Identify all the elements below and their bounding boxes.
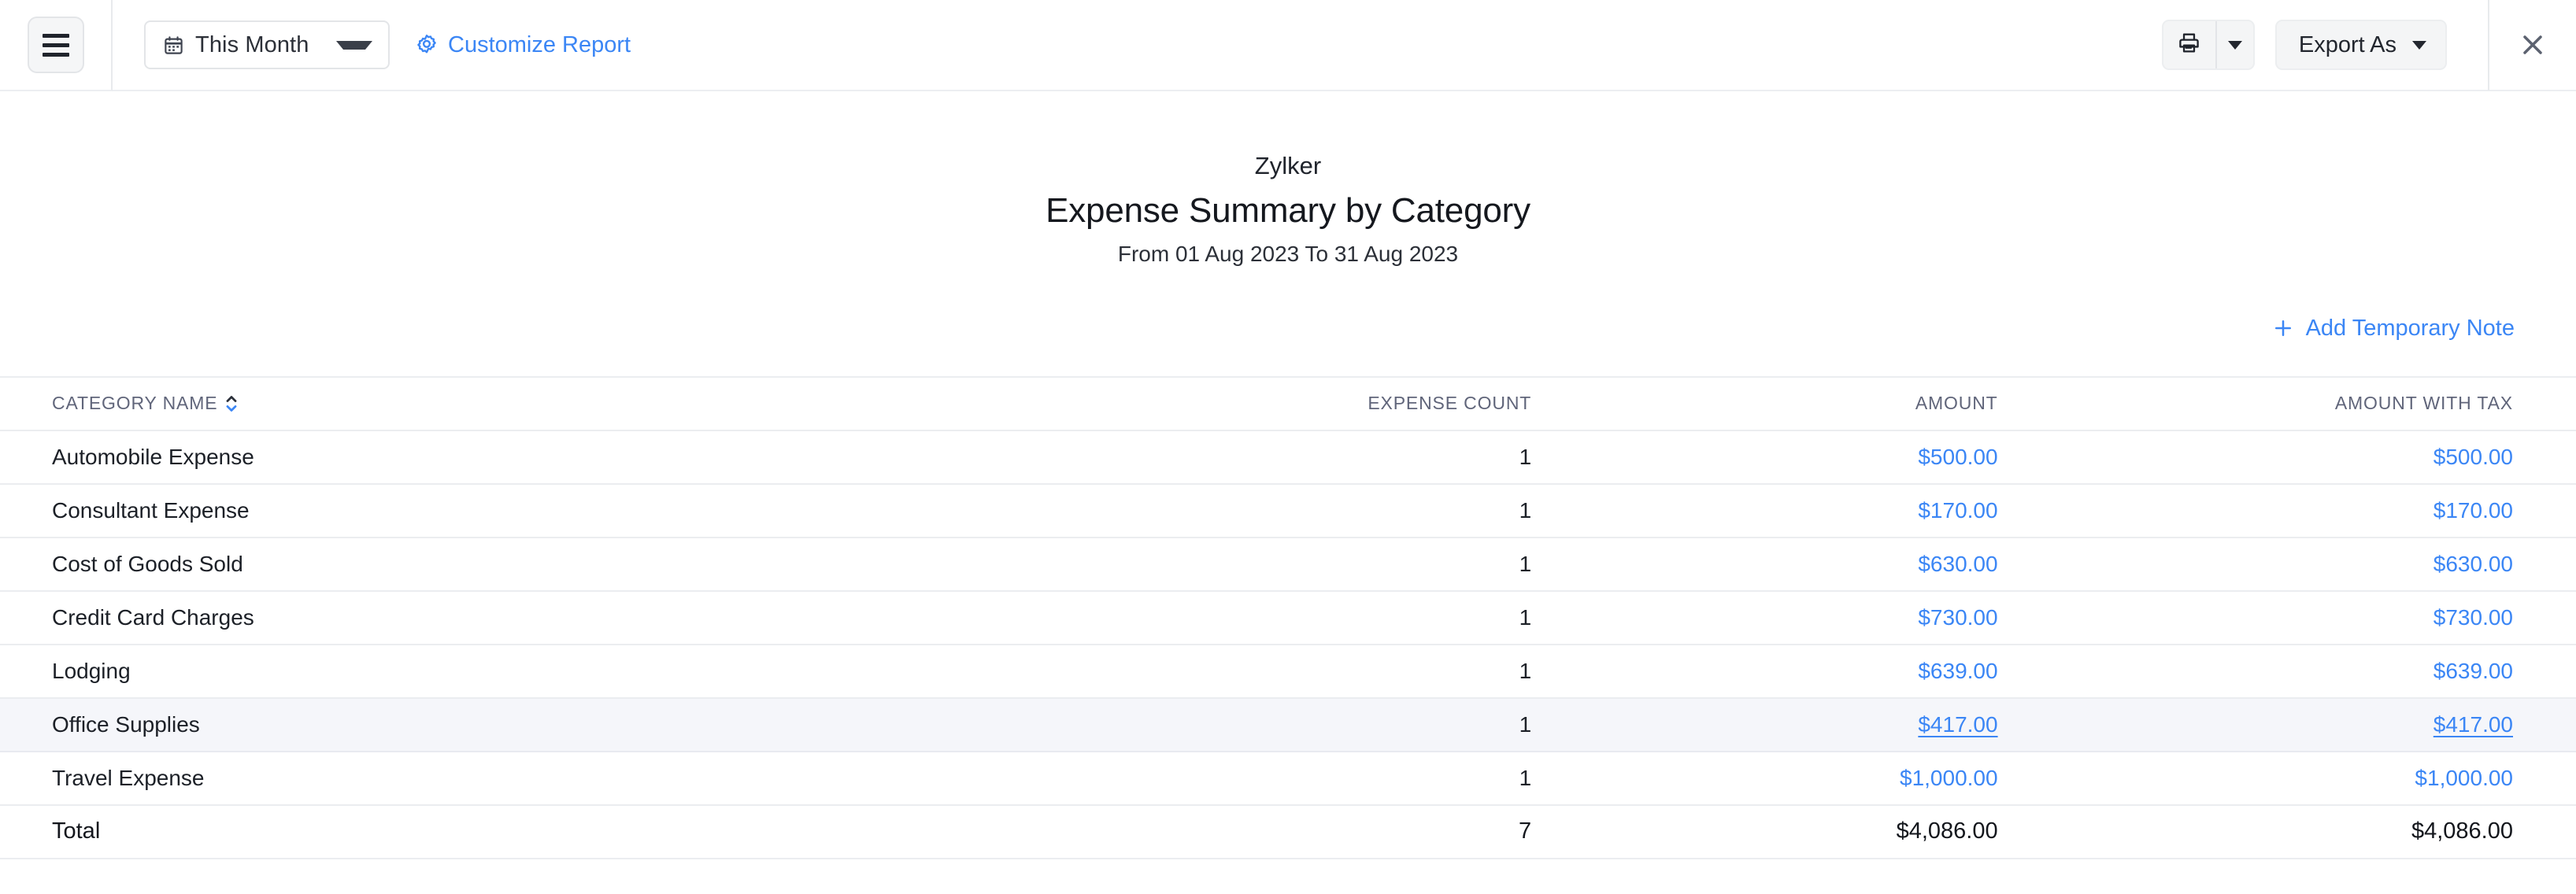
table-header: CATEGORY NAME EXPENSE COUNT AMOUNT AMOUN… — [0, 375, 2576, 431]
toolbar-main: This Month Customize Report Export As — [113, 0, 2576, 91]
amount-with-tax-link[interactable]: $639.00 — [2434, 659, 2513, 683]
cell-amount: $417.00 — [1545, 696, 2061, 752]
amount-with-tax-link[interactable]: $500.00 — [2434, 445, 2513, 469]
cell-amount: $730.00 — [1545, 589, 2061, 645]
table-row[interactable]: Cost of Goods Sold 1 $630.00 $630.00 — [0, 536, 2576, 592]
table-row[interactable]: Travel Expense 1 $1,000.00 $1,000.00 — [0, 750, 2576, 806]
total-label: Total — [0, 803, 1031, 859]
calendar-icon — [163, 35, 184, 56]
amount-with-tax-link[interactable]: $630.00 — [2434, 552, 2513, 576]
date-range-select[interactable]: This Month — [144, 20, 390, 69]
amount-with-tax-link[interactable]: $1,000.00 — [2415, 766, 2513, 790]
chevron-down-icon — [2412, 40, 2426, 50]
close-zone — [2488, 0, 2576, 91]
amount-link[interactable]: $500.00 — [1918, 445, 1997, 469]
column-header-category-name-label: CATEGORY NAME — [52, 393, 218, 414]
cell-expense-count: 1 — [1030, 589, 1546, 645]
cell-category-name: Consultant Expense — [0, 482, 1031, 538]
cell-expense-count: 1 — [1030, 482, 1546, 538]
cell-expense-count: 1 — [1030, 750, 1546, 806]
print-button-group — [2161, 20, 2255, 70]
customize-report-label: Customize Report — [448, 31, 631, 57]
note-row: Add Temporary Note — [0, 316, 2576, 342]
customize-report-button[interactable]: Customize Report — [415, 32, 631, 58]
printer-icon — [2177, 31, 2201, 59]
menu-zone — [0, 0, 113, 91]
total-amount: $4,086.00 — [1545, 803, 2061, 859]
cell-amount: $639.00 — [1545, 643, 2061, 699]
cell-amount-with-tax: $1,000.00 — [2060, 750, 2576, 806]
cell-category-name: Cost of Goods Sold — [0, 536, 1031, 592]
table-row[interactable]: Credit Card Charges 1 $730.00 $730.00 — [0, 589, 2576, 645]
export-as-label: Export As — [2298, 31, 2396, 57]
cell-expense-count: 1 — [1030, 429, 1546, 485]
amount-link[interactable]: $1,000.00 — [1900, 766, 1998, 790]
cell-amount-with-tax: $639.00 — [2060, 643, 2576, 699]
cell-expense-count: 1 — [1030, 696, 1546, 752]
total-expense-count: 7 — [1030, 803, 1546, 859]
print-button[interactable] — [2163, 21, 2215, 68]
report-body: Zylker Expense Summary by Category From … — [0, 91, 2576, 859]
add-temporary-note-button[interactable]: Add Temporary Note — [2271, 316, 2515, 342]
cell-category-name: Office Supplies — [0, 696, 1031, 752]
amount-with-tax-link[interactable]: $417.00 — [2434, 712, 2513, 737]
cell-amount: $170.00 — [1545, 482, 2061, 538]
hamburger-menu-icon[interactable] — [27, 17, 84, 73]
total-amount-with-tax: $4,086.00 — [2060, 803, 2576, 859]
amount-link[interactable]: $639.00 — [1918, 659, 1997, 683]
close-icon[interactable] — [2517, 29, 2548, 61]
cell-amount: $1,000.00 — [1545, 750, 2061, 806]
cell-category-name: Travel Expense — [0, 750, 1031, 806]
table-row[interactable]: Automobile Expense 1 $500.00 $500.00 — [0, 429, 2576, 485]
top-toolbar: This Month Customize Report Export As — [0, 0, 2576, 91]
amount-link[interactable]: $630.00 — [1918, 552, 1997, 576]
column-header-amount[interactable]: AMOUNT — [1545, 375, 2061, 431]
table-footer: Total 7 $4,086.00 $4,086.00 — [0, 803, 2576, 859]
export-as-button[interactable]: Export As — [2274, 20, 2447, 70]
chevron-down-icon — [2227, 40, 2242, 50]
table-body: Automobile Expense 1 $500.00 $500.00 Consult… — [0, 429, 2576, 806]
plus-icon — [2271, 316, 2295, 340]
amount-link[interactable]: $170.00 — [1918, 498, 1997, 523]
report-header: Zylker Expense Summary by Category From … — [0, 91, 2576, 267]
column-header-expense-count[interactable]: EXPENSE COUNT — [1030, 375, 1546, 431]
add-temporary-note-label: Add Temporary Note — [2305, 315, 2515, 341]
cell-amount: $500.00 — [1545, 429, 2061, 485]
cell-category-name: Automobile Expense — [0, 429, 1031, 485]
organization-name: Zylker — [1254, 152, 1322, 179]
amount-link[interactable]: $417.00 — [1918, 712, 1997, 737]
table-header-row: CATEGORY NAME EXPENSE COUNT AMOUNT AMOUN… — [0, 375, 2576, 431]
sort-icon — [224, 393, 239, 414]
cell-category-name: Credit Card Charges — [0, 589, 1031, 645]
page-title: Expense Summary by Category — [1046, 190, 1530, 230]
amount-with-tax-link[interactable]: $170.00 — [2434, 498, 2513, 523]
cell-amount-with-tax: $630.00 — [2060, 536, 2576, 592]
cell-expense-count: 1 — [1030, 643, 1546, 699]
table-row[interactable]: Consultant Expense 1 $170.00 $170.00 — [0, 482, 2576, 538]
print-options-button[interactable] — [2217, 21, 2253, 68]
cell-amount-with-tax: $730.00 — [2060, 589, 2576, 645]
cell-amount-with-tax: $170.00 — [2060, 482, 2576, 538]
gear-icon — [415, 33, 439, 57]
cell-amount-with-tax: $417.00 — [2060, 696, 2576, 752]
cell-expense-count: 1 — [1030, 536, 1546, 592]
table-row[interactable]: Lodging 1 $639.00 $639.00 — [0, 643, 2576, 699]
expense-summary-table: CATEGORY NAME EXPENSE COUNT AMOUNT AMOUN… — [0, 375, 2576, 859]
report-period: From 01 Aug 2023 To 31 Aug 2023 — [1117, 241, 1459, 266]
toolbar-actions: Export As — [2161, 0, 2576, 91]
column-header-category-name[interactable]: CATEGORY NAME — [0, 375, 1031, 431]
column-header-amount-with-tax[interactable]: AMOUNT WITH TAX — [2060, 375, 2576, 431]
chevron-down-icon — [336, 40, 372, 50]
cell-amount-with-tax: $500.00 — [2060, 429, 2576, 485]
amount-link[interactable]: $730.00 — [1918, 605, 1997, 630]
date-range-value: This Month — [195, 31, 309, 57]
cell-category-name: Lodging — [0, 643, 1031, 699]
cell-amount: $630.00 — [1545, 536, 2061, 592]
amount-with-tax-link[interactable]: $730.00 — [2434, 605, 2513, 630]
total-row: Total 7 $4,086.00 $4,086.00 — [0, 803, 2576, 859]
table-row[interactable]: Office Supplies 1 $417.00 $417.00 — [0, 696, 2576, 752]
